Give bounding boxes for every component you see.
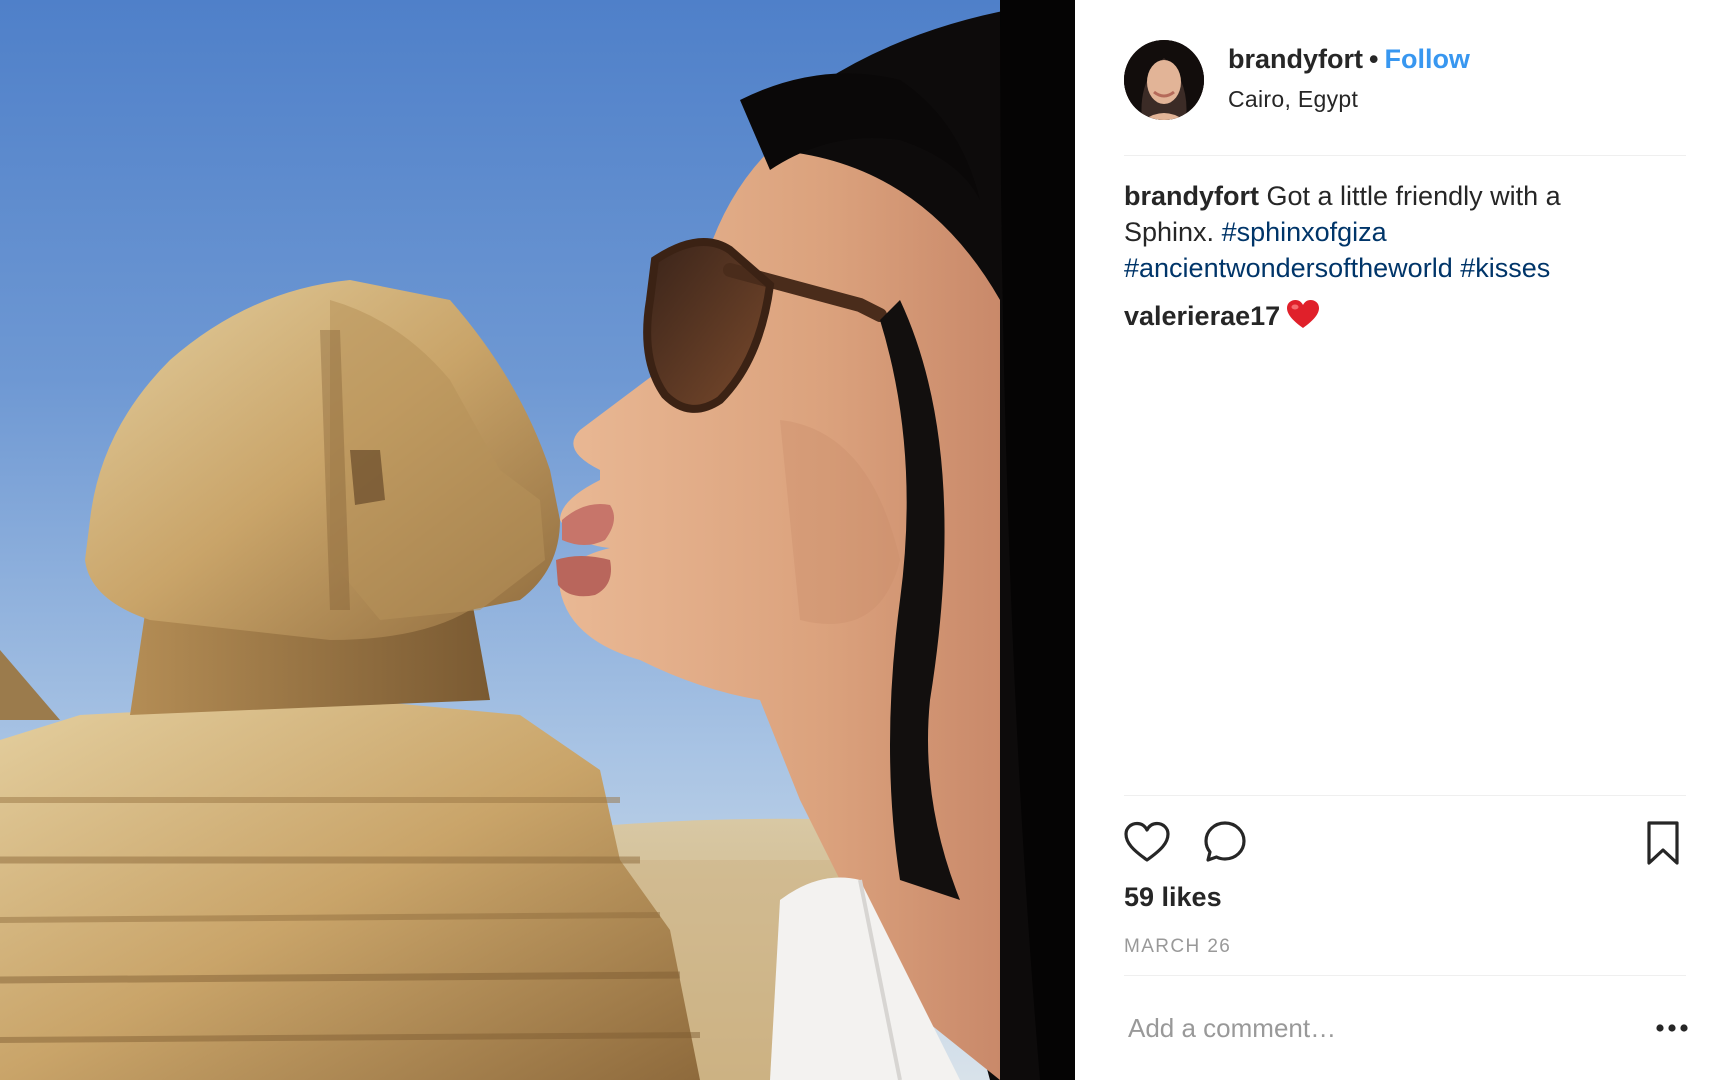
separator-dot: • [1369, 44, 1379, 74]
comment-input[interactable] [1124, 1006, 1598, 1050]
post-header: brandyfort • Follow Cairo, Egypt [1124, 36, 1684, 122]
heart-emoji-icon [1286, 299, 1320, 338]
speech-bubble-icon[interactable] [1200, 818, 1250, 868]
post-actions [1122, 818, 1688, 870]
post-side-panel: brandyfort • Follow Cairo, Egypt brandyfor… [1076, 0, 1718, 1080]
photo-illustration [0, 0, 1075, 1080]
heart-outline-icon[interactable] [1122, 818, 1172, 868]
likes-count[interactable]: 59 likes [1124, 882, 1222, 913]
comment-username[interactable]: valerierae17 [1124, 301, 1280, 331]
follow-button[interactable]: Follow [1384, 44, 1469, 74]
actions-divider [1124, 795, 1686, 796]
hashtag-link[interactable]: #sphinxofgiza [1222, 217, 1387, 247]
post-date[interactable]: MARCH 26 [1124, 936, 1231, 958]
avatar-image [1124, 40, 1204, 120]
post-location[interactable]: Cairo, Egypt [1228, 86, 1358, 113]
owner-avatar[interactable] [1124, 40, 1204, 120]
hashtag-link[interactable]: #kisses [1460, 253, 1550, 283]
header-divider [1124, 155, 1686, 156]
caption-username[interactable]: brandyfort [1124, 181, 1259, 211]
owner-username[interactable]: brandyfort [1228, 44, 1363, 74]
post-card: brandyfort • Follow Cairo, Egypt brandyfor… [0, 0, 1718, 1080]
bookmark-icon[interactable] [1638, 818, 1688, 868]
owner-line: brandyfort • Follow [1228, 44, 1470, 75]
post-caption: brandyfort Got a little friendly with a … [1124, 178, 1644, 286]
ellipsis-icon[interactable] [1652, 1016, 1692, 1040]
comment-item: valerierae17 [1124, 298, 1320, 338]
hashtag-link[interactable]: #ancientwondersoftheworld [1124, 253, 1453, 283]
comment-divider [1124, 975, 1686, 976]
post-photo[interactable] [0, 0, 1075, 1080]
